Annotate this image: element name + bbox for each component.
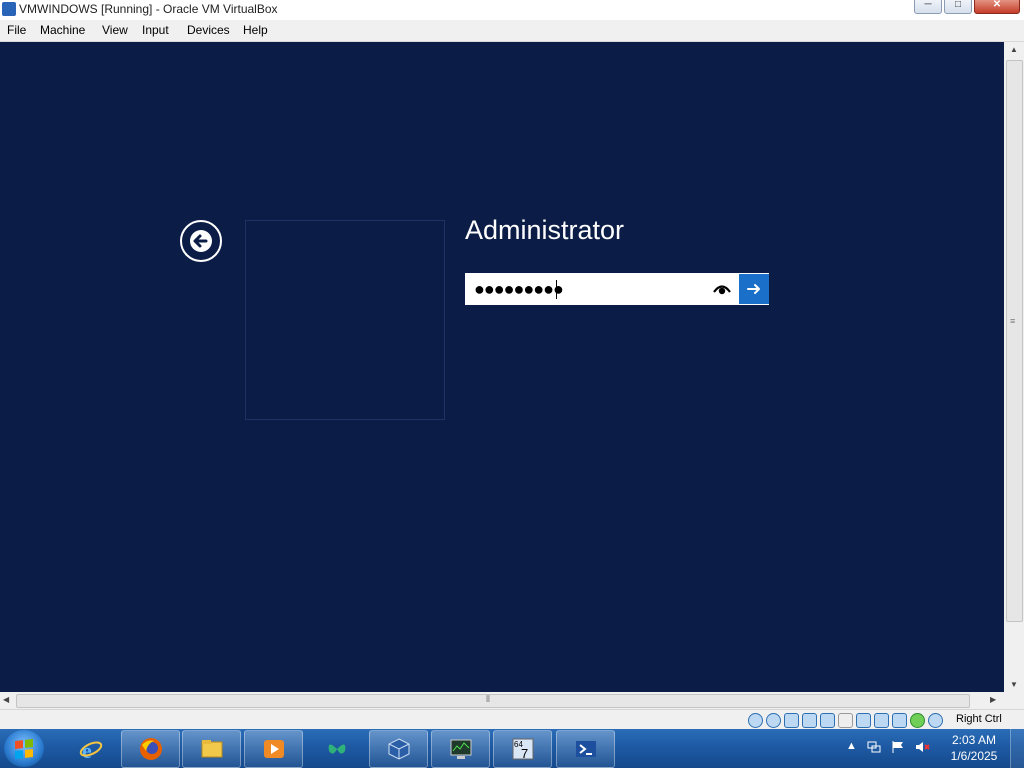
vm-status-bar: Right Ctrl [0, 709, 1024, 730]
taskbar-powershell[interactable] [556, 730, 615, 768]
submit-button[interactable] [739, 274, 769, 304]
horizontal-scroll-thumb[interactable] [16, 694, 970, 708]
scroll-up-icon[interactable]: ▲ [1010, 45, 1018, 54]
shared-folders-icon[interactable] [838, 713, 853, 728]
menu-bar: File Machine View Input Devices Help [0, 20, 1024, 42]
taskbar-task-manager[interactable] [431, 730, 490, 768]
taskbar-virtualbox[interactable] [369, 730, 428, 768]
menu-devices[interactable]: Devices [187, 23, 230, 37]
folder-icon [201, 740, 223, 758]
scroll-left-icon[interactable]: ◀ [3, 695, 9, 704]
optical-drive-icon[interactable] [766, 713, 781, 728]
scroll-right-icon[interactable]: ▶ [990, 695, 996, 704]
usb-icon[interactable] [820, 713, 835, 728]
msn-butterfly-icon [328, 744, 346, 754]
menu-machine[interactable]: Machine [40, 23, 85, 37]
user-tile [245, 220, 445, 420]
menu-view[interactable]: View [102, 23, 128, 37]
close-icon: ✕ [992, 0, 1002, 10]
menu-file[interactable]: File [7, 23, 26, 37]
virtualbox-icon [2, 2, 16, 16]
internet-explorer-icon: e [79, 738, 103, 761]
arrow-left-icon [190, 230, 212, 252]
clock-time: 2:03 AM [951, 733, 997, 747]
taskbar-internet-explorer[interactable]: e [61, 730, 120, 768]
clock-date: 1/6/2025 [950, 749, 998, 763]
taskbar-firefox[interactable] [121, 730, 180, 768]
text-caret [556, 280, 557, 299]
mouse-integration-icon[interactable] [910, 713, 925, 728]
host-key-label: Right Ctrl [956, 713, 1002, 725]
taskbar-msn[interactable] [307, 730, 366, 768]
audio-icon[interactable] [784, 713, 799, 728]
task-manager-icon [450, 739, 472, 759]
minimize-button[interactable]: ─ [914, 0, 942, 14]
volume-muted-icon[interactable] [915, 740, 931, 754]
taskbar-file-explorer[interactable] [182, 730, 241, 768]
arrow-right-icon [747, 284, 760, 294]
media-player-icon [264, 740, 284, 758]
scroll-grip-icon: ≡ [1010, 316, 1016, 326]
virtualization-icon[interactable] [892, 713, 907, 728]
start-button[interactable] [4, 730, 44, 767]
taskbar-windows-7-64bit[interactable]: 64 7 [493, 730, 552, 768]
vertical-scroll-thumb[interactable] [1006, 60, 1023, 622]
password-field[interactable]: ●●●●●●●●● [465, 273, 769, 305]
display-icon[interactable] [856, 713, 871, 728]
maximize-button[interactable]: □ [944, 0, 972, 14]
scrollbar-corner [1004, 692, 1024, 709]
taskbar: e 64 7 ▲ 2:03 AM 1/6/2025 [0, 729, 1024, 768]
system-tray: ▲ [846, 740, 931, 754]
window-title: VMWINDOWS [Running] - Oracle VM VirtualB… [19, 2, 278, 16]
show-hidden-icons-button[interactable]: ▲ [846, 740, 857, 754]
network-icon[interactable] [867, 740, 881, 754]
firefox-icon [140, 738, 162, 760]
vm-display[interactable]: Administrator ●●●●●●●●● [0, 42, 1004, 692]
windows-logo-icon [15, 739, 33, 759]
window-title-bar[interactable]: VMWINDOWS [Running] - Oracle VM VirtualB… [0, 0, 1024, 20]
maximize-icon: □ [954, 0, 962, 10]
reveal-password-icon[interactable] [713, 283, 731, 295]
scroll-down-icon[interactable]: ▼ [1010, 680, 1018, 689]
windows-7-64bit-icon: 647 [512, 738, 534, 761]
recording-icon[interactable] [874, 713, 889, 728]
svg-text:7: 7 [521, 746, 528, 761]
taskbar-media-player[interactable] [244, 730, 303, 768]
minimize-icon: ─ [924, 0, 932, 10]
system-clock[interactable]: 2:03 AM 1/6/2025 [942, 732, 1006, 764]
virtualbox-icon [388, 738, 410, 760]
menu-input[interactable]: Input [142, 23, 169, 37]
username-label: Administrator [465, 215, 625, 245]
network-icon[interactable] [802, 713, 817, 728]
show-desktop-button[interactable] [1010, 729, 1024, 768]
close-button[interactable]: ✕ [974, 0, 1020, 14]
menu-help[interactable]: Help [243, 23, 268, 37]
vertical-scrollbar[interactable]: ▲ ≡ ▼ [1004, 42, 1024, 692]
keyboard-icon[interactable] [928, 713, 943, 728]
horizontal-scrollbar[interactable]: ◀ ⦀ ▶ [0, 692, 1004, 709]
powershell-icon [576, 741, 596, 757]
password-mask: ●●●●●●●●● [474, 279, 564, 299]
svg-text:e: e [82, 738, 92, 761]
action-center-flag-icon[interactable] [891, 740, 905, 754]
scroll-grip-icon: ⦀ [486, 694, 490, 704]
back-button[interactable] [180, 220, 222, 262]
hard-disk-icon[interactable] [748, 713, 763, 728]
